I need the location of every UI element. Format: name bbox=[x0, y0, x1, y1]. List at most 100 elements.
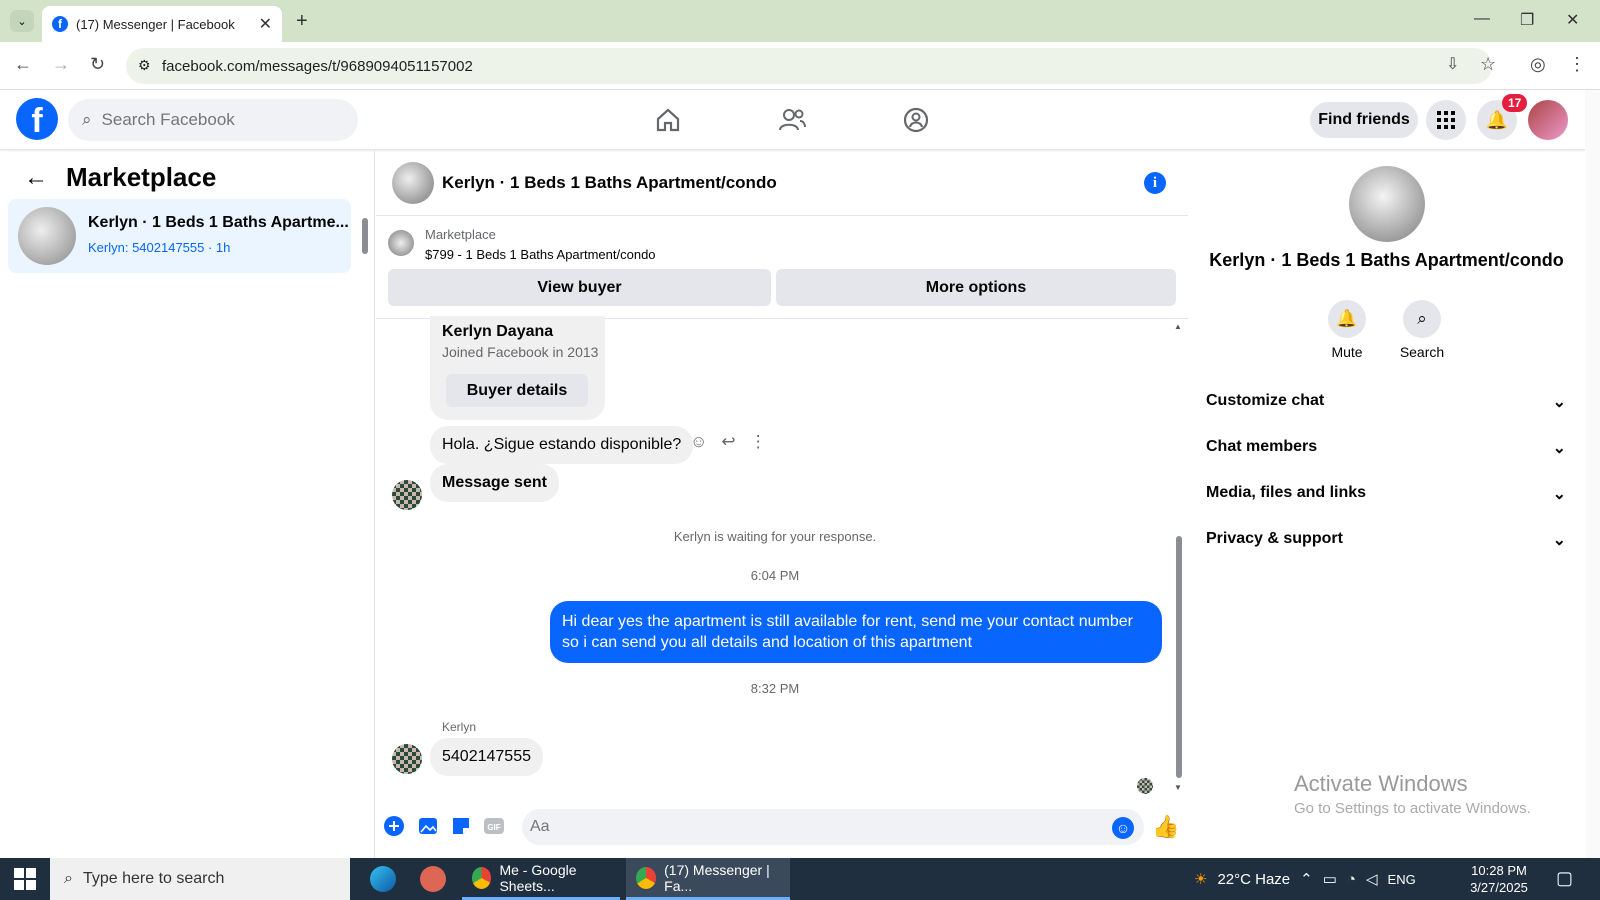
edge-icon[interactable] bbox=[370, 866, 396, 892]
account-avatar[interactable] bbox=[1528, 100, 1568, 140]
chat-title[interactable]: Kerlyn · 1 Beds 1 Baths Apartment/condo bbox=[442, 173, 777, 193]
details-title: Kerlyn · 1 Beds 1 Baths Apartment/condo bbox=[1209, 250, 1564, 270]
friends-nav-icon[interactable] bbox=[767, 102, 817, 138]
taskbar-app-sheets[interactable]: Me - Google Sheets... bbox=[462, 858, 620, 900]
mute-bell-icon[interactable]: 🔔 bbox=[1328, 300, 1366, 338]
section-label: Media, files and links bbox=[1206, 484, 1367, 501]
clock[interactable]: 10:28 PM 3/27/2025 bbox=[1464, 862, 1534, 896]
clock-time: 10:28 PM bbox=[1471, 863, 1527, 878]
outgoing-message[interactable]: Hi dear yes the apartment is still avail… bbox=[550, 601, 1162, 663]
install-app-icon[interactable]: ⇩ bbox=[1446, 54, 1459, 74]
chat-avatar[interactable] bbox=[392, 162, 434, 204]
minimize-icon[interactable]: — bbox=[1474, 10, 1490, 28]
notification-center-icon[interactable]: ▢ bbox=[1556, 868, 1573, 889]
gif-icon[interactable]: GIF bbox=[483, 815, 505, 837]
profile-icon[interactable]: ◎ bbox=[1530, 54, 1546, 75]
search-icon: ⌕ bbox=[82, 110, 92, 129]
address-bar[interactable]: ⚙ facebook.com/messages/t/96890940511570… bbox=[126, 48, 1492, 84]
facebook-favicon-icon: f bbox=[52, 16, 68, 32]
tab-title: (17) Messenger | Facebook bbox=[76, 16, 235, 32]
listing-price-title[interactable]: $799 - 1 Beds 1 Baths Apartment/condo bbox=[425, 247, 656, 262]
taskbar-search[interactable]: ⌕ Type here to search bbox=[50, 858, 350, 900]
network-icon[interactable]: ◔ bbox=[1347, 871, 1356, 888]
weather-icon[interactable]: ☀ bbox=[1194, 870, 1207, 888]
search-chat-icon[interactable]: ⌕ bbox=[1403, 300, 1441, 338]
incoming-message[interactable]: Hola. ¿Sigue estando disponible? bbox=[430, 426, 694, 464]
find-friends-button[interactable]: Find friends bbox=[1310, 102, 1418, 138]
clock-date: 3/27/2025 bbox=[1470, 880, 1528, 895]
pinned-app-icon[interactable] bbox=[420, 866, 446, 892]
privacy-support-section[interactable]: Privacy & support ⌄ bbox=[1206, 530, 1566, 550]
weather-text[interactable]: 22°C Haze bbox=[1217, 871, 1290, 888]
marketplace-label: Marketplace bbox=[425, 227, 496, 242]
reply-icon[interactable]: ↩ bbox=[721, 432, 735, 452]
info-icon[interactable]: i bbox=[1144, 172, 1166, 194]
volume-icon[interactable]: ◁ bbox=[1366, 870, 1378, 888]
facebook-logo-icon[interactable]: f bbox=[16, 98, 58, 140]
left-scrollbar[interactable] bbox=[362, 206, 370, 266]
close-tab-icon[interactable]: ✕ bbox=[259, 14, 272, 34]
taskbar-search-placeholder: Type here to search bbox=[82, 870, 225, 887]
view-buyer-button[interactable]: View buyer bbox=[388, 269, 771, 306]
photo-icon[interactable] bbox=[417, 815, 439, 837]
system-tray: ☀ 22°C Haze ⌃ ▭ ◔ ◁ ENG bbox=[1194, 858, 1416, 900]
react-icon[interactable]: ☺ bbox=[690, 432, 707, 452]
conversation-preview: Kerlyn: 5402147555 · 1h bbox=[88, 240, 231, 255]
listing-avatar[interactable] bbox=[1349, 166, 1425, 242]
page-scrollbar[interactable] bbox=[1586, 90, 1600, 858]
site-info-icon[interactable]: ⚙ bbox=[138, 57, 151, 74]
search-label[interactable]: Search bbox=[1387, 344, 1457, 360]
buyer-details-button[interactable]: Buyer details bbox=[446, 374, 588, 407]
activate-windows-watermark: Activate Windows bbox=[1294, 771, 1468, 796]
language-indicator[interactable]: ENG bbox=[1388, 872, 1416, 887]
thumbs-up-icon[interactable]: 👍 bbox=[1152, 814, 1179, 840]
message-input-box[interactable] bbox=[522, 809, 1144, 845]
facebook-search[interactable]: ⌕ bbox=[68, 99, 358, 141]
incoming-message[interactable]: 5402147555 bbox=[430, 738, 543, 776]
home-nav-icon[interactable] bbox=[643, 102, 693, 138]
windows-start-icon[interactable] bbox=[14, 868, 36, 890]
menu-kebab-icon[interactable]: ⋮ bbox=[1568, 54, 1586, 75]
chevron-down-icon: ⌄ bbox=[1552, 440, 1566, 457]
conversation-name: Kerlyn · 1 Beds 1 Baths Apartme... bbox=[88, 214, 349, 231]
buyer-joined: Joined Facebook in 2013 bbox=[442, 344, 599, 360]
groups-nav-icon[interactable] bbox=[891, 102, 941, 138]
message-input[interactable] bbox=[530, 818, 1090, 836]
media-files-links-section[interactable]: Media, files and links ⌄ bbox=[1206, 484, 1566, 504]
marketplace-title: Marketplace bbox=[66, 162, 217, 192]
menu-grid-icon[interactable] bbox=[1426, 100, 1466, 140]
mute-label[interactable]: Mute bbox=[1312, 344, 1382, 360]
battery-icon[interactable]: ▭ bbox=[1323, 870, 1337, 888]
forward-icon[interactable]: → bbox=[52, 54, 70, 75]
url-text: facebook.com/messages/t/9689094051157002 bbox=[162, 57, 473, 75]
facebook-search-input[interactable] bbox=[101, 110, 322, 130]
activate-windows-subtext: Go to Settings to activate Windows. bbox=[1294, 800, 1531, 817]
more-icon[interactable]: ⋮ bbox=[750, 432, 767, 452]
close-window-icon[interactable]: ✕ bbox=[1566, 10, 1579, 30]
buyer-name: Kerlyn Dayana bbox=[442, 323, 554, 340]
sender-avatar[interactable] bbox=[392, 480, 422, 510]
restore-icon[interactable]: ❐ bbox=[1520, 10, 1534, 30]
emoji-icon[interactable]: ☺ bbox=[1112, 817, 1134, 839]
messages-scroll-thumb[interactable] bbox=[1176, 536, 1182, 778]
sticker-icon[interactable] bbox=[450, 815, 472, 837]
sender-avatar[interactable] bbox=[392, 744, 422, 774]
chevron-up-icon[interactable]: ⌃ bbox=[1300, 870, 1313, 888]
browser-tab-messenger[interactable]: f (17) Messenger | Facebook ✕ bbox=[42, 6, 282, 42]
chat-members-section[interactable]: Chat members ⌄ bbox=[1206, 438, 1566, 458]
tab-search-button[interactable]: ⌄ bbox=[10, 10, 34, 32]
reload-icon[interactable]: ↻ bbox=[90, 54, 105, 75]
timestamp: 8:32 PM bbox=[750, 681, 800, 696]
more-options-button[interactable]: More options bbox=[776, 269, 1176, 306]
chrome-icon bbox=[472, 866, 492, 889]
customize-chat-section[interactable]: Customize chat ⌄ bbox=[1206, 392, 1566, 412]
back-arrow-icon[interactable]: ← bbox=[24, 164, 48, 192]
taskbar-app-messenger[interactable]: (17) Messenger | Fa... bbox=[626, 858, 790, 900]
seen-avatar bbox=[1137, 778, 1153, 794]
taskbar-app-label: (17) Messenger | Fa... bbox=[664, 861, 770, 894]
marketplace-header: ← Marketplace bbox=[24, 162, 216, 193]
back-icon[interactable]: ← bbox=[14, 54, 32, 75]
bookmark-star-icon[interactable]: ☆ bbox=[1480, 54, 1496, 75]
add-icon[interactable] bbox=[383, 815, 405, 837]
new-tab-icon[interactable]: + bbox=[296, 10, 308, 33]
